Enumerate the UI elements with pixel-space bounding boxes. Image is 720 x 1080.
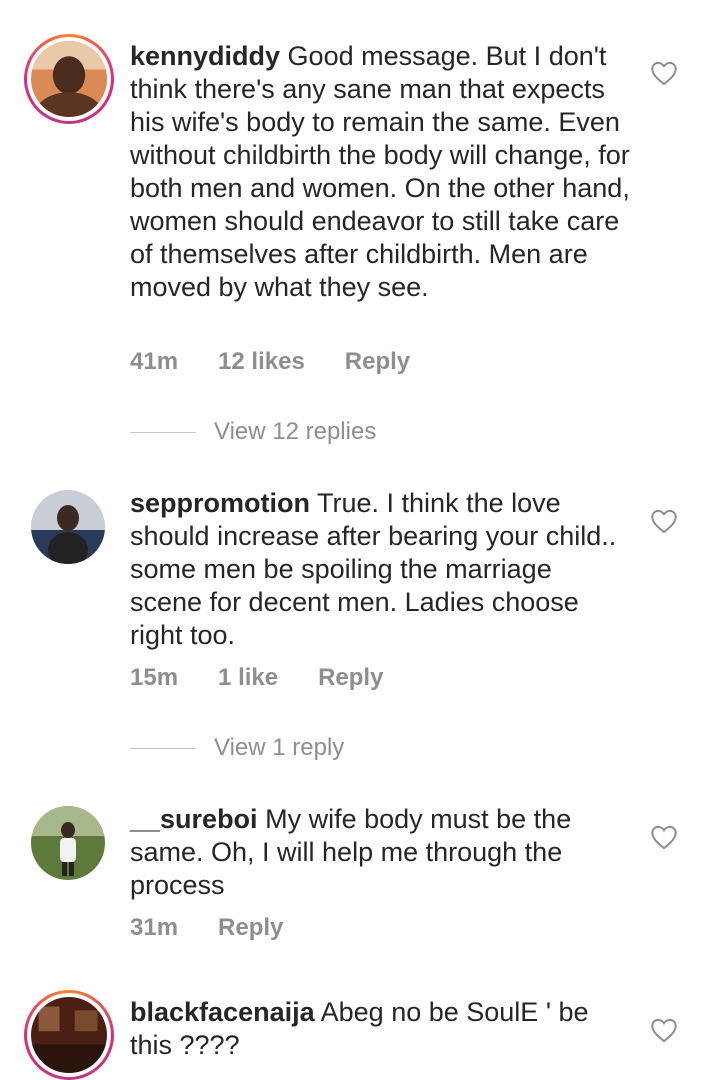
- reply-button[interactable]: Reply: [218, 914, 283, 942]
- comment-username[interactable]: kennydiddy: [130, 41, 280, 71]
- comment-text: kennydiddy Good message. But I don't thi…: [130, 40, 630, 304]
- avatar: [31, 997, 107, 1073]
- comment-time: 15m: [130, 664, 179, 691]
- view-replies-button[interactable]: View 1 reply: [130, 734, 344, 762]
- comment-meta: 31m Reply: [130, 914, 323, 942]
- reply-button[interactable]: Reply: [345, 348, 410, 376]
- comment-likes[interactable]: 1 like: [218, 664, 278, 692]
- comment-meta: 15m 1 like Reply: [130, 664, 423, 692]
- comment-text: __sureboi My wife body must be the same.…: [130, 803, 630, 902]
- avatar: [31, 806, 105, 880]
- avatar-story-ring[interactable]: [24, 34, 114, 124]
- heart-outline-icon[interactable]: [650, 1017, 678, 1043]
- avatar-story-ring[interactable]: [24, 990, 114, 1080]
- reply-button[interactable]: Reply: [318, 664, 383, 692]
- avatar: [31, 41, 107, 117]
- view-replies-label: View 1 reply: [214, 734, 345, 761]
- comment-text: seppromotion True. I think the love shou…: [130, 487, 630, 652]
- comment-body: Good message. But I don't think there's …: [130, 41, 630, 302]
- divider-line: [130, 747, 196, 749]
- comment-text: blackfacenaija Abeg no be SoulE ' be thi…: [130, 996, 630, 1062]
- heart-outline-icon[interactable]: [650, 824, 678, 850]
- comment-likes[interactable]: 12 likes: [218, 348, 305, 376]
- heart-outline-icon[interactable]: [650, 60, 678, 86]
- avatar-container[interactable]: [31, 490, 105, 564]
- comment-username[interactable]: __sureboi: [130, 804, 258, 834]
- comment-username[interactable]: blackfacenaija: [130, 997, 315, 1027]
- avatar-container[interactable]: [31, 806, 105, 880]
- comment-username[interactable]: seppromotion: [130, 488, 310, 518]
- comment-time: 41m: [130, 348, 179, 375]
- view-replies-button[interactable]: View 12 replies: [130, 418, 376, 446]
- view-replies-label: View 12 replies: [214, 418, 377, 445]
- divider-line: [130, 431, 196, 433]
- heart-outline-icon[interactable]: [650, 508, 678, 534]
- avatar: [31, 490, 105, 564]
- comment-time: 31m: [130, 914, 179, 941]
- comment-meta: 41m 12 likes Reply: [130, 348, 450, 376]
